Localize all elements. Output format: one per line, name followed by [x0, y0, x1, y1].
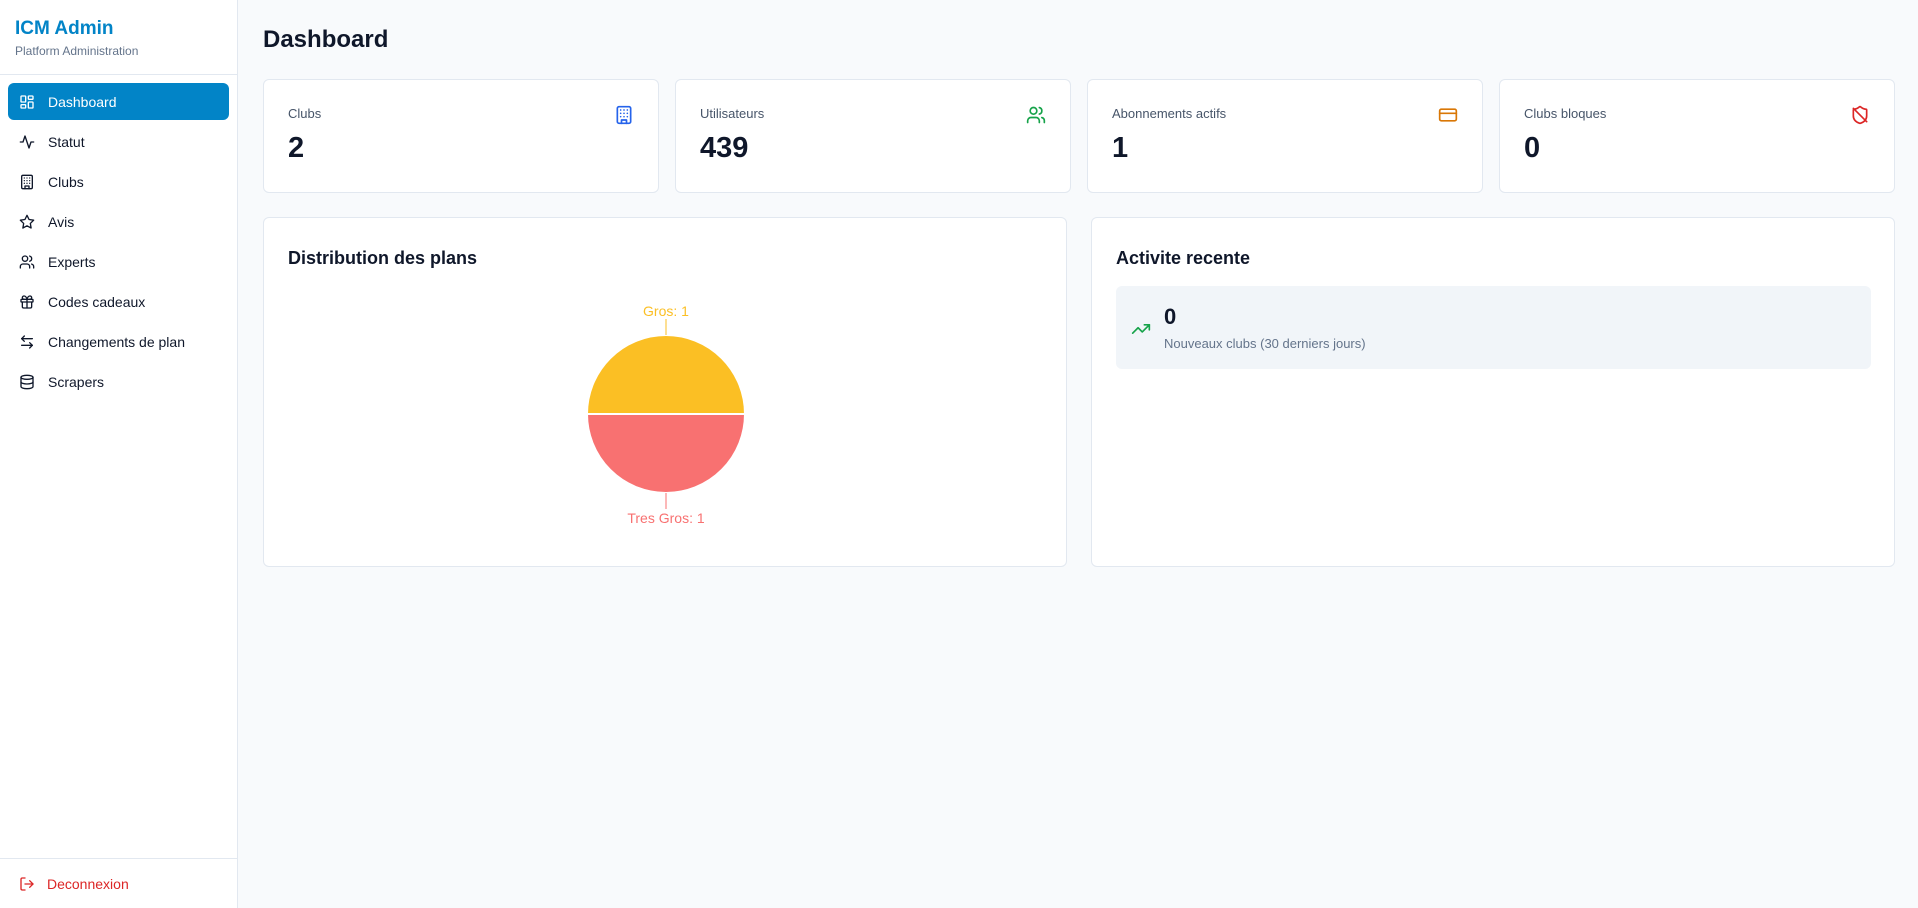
arrow-left-right-icon [19, 334, 35, 350]
log-out-icon [20, 877, 34, 891]
pie-slice-tres-gros[interactable] [585, 413, 747, 494]
shield-off-icon [1850, 105, 1870, 125]
new-clubs-label: Nouveaux clubs (30 derniers jours) [1164, 336, 1366, 351]
sidebar-item-label: Experts [48, 253, 96, 270]
sidebar-item-codes-cadeaux[interactable]: Codes cadeaux [8, 283, 229, 320]
layout-dashboard-icon [19, 94, 35, 110]
building-icon [614, 105, 634, 125]
sidebar-item-label: Avis [48, 213, 75, 230]
logout-label: Deconnexion [47, 876, 129, 892]
pie-data-label: Tres Gros: 1 [627, 510, 704, 526]
activity-panel: Activite recente 0 Nouveaux clubs (30 de… [1091, 217, 1895, 567]
activity-title: Activite recente [1116, 248, 1251, 268]
sidebar-item-label: Dashboard [48, 93, 117, 110]
gift-icon [19, 294, 35, 310]
distribution-panel: Distribution des plans Gros: 1 Tres Gros:… [263, 217, 1067, 567]
stat-label: Abonnements actifs [1112, 106, 1227, 121]
sidebar-item-label: Scrapers [48, 373, 105, 390]
sidebar-item-label: Statut [48, 133, 85, 150]
sidebar-item-label: Changements de plan [48, 333, 185, 350]
page-title: Dashboard [263, 26, 389, 53]
stat-card-utilisateurs: Utilisateurs 439 [675, 79, 1071, 193]
stat-value: 439 [700, 132, 749, 164]
star-icon [19, 214, 35, 230]
sidebar-item-label: Codes cadeaux [48, 293, 146, 310]
sidebar-item-label: Clubs [48, 173, 84, 190]
logout-button[interactable]: Deconnexion [0, 859, 237, 908]
sidebar: ICM Admin Platform Administration Dashbo… [0, 0, 238, 908]
new-clubs-card: 0 Nouveaux clubs (30 derniers jours) [1116, 286, 1871, 369]
stat-value: 1 [1112, 132, 1129, 164]
users-icon [19, 254, 35, 270]
pie-slice-gros[interactable] [585, 334, 747, 415]
stat-value: 2 [288, 132, 305, 164]
sidebar-item-dashboard[interactable]: Dashboard [8, 83, 229, 120]
sidebar-footer: Deconnexion [0, 858, 237, 908]
stat-card-clubs: Clubs 2 [263, 79, 659, 193]
sidebar-item-scrapers[interactable]: Scrapers [8, 363, 229, 400]
brand-subtitle: Platform Administration [15, 44, 139, 58]
building-icon [19, 174, 35, 190]
stat-label: Clubs bloques [1524, 106, 1607, 121]
brand-title: ICM Admin [15, 18, 114, 39]
stat-label: Utilisateurs [700, 106, 765, 121]
stat-label: Clubs [288, 106, 322, 121]
trending-up-icon [1131, 319, 1151, 339]
stat-value: 0 [1524, 132, 1541, 164]
sidebar-item-changements-de-plan[interactable]: Changements de plan [8, 323, 229, 360]
database-icon [19, 374, 35, 390]
pie-chart: Gros: 1 Tres Gros: 1 [585, 303, 747, 526]
sidebar-item-experts[interactable]: Experts [8, 243, 229, 280]
sidebar-item-avis[interactable]: Avis [8, 203, 229, 240]
stat-card-clubs-bloques: Clubs bloques 0 [1499, 79, 1895, 193]
sidebar-item-clubs[interactable]: Clubs [8, 163, 229, 200]
sidebar-item-statut[interactable]: Statut [8, 123, 229, 160]
brand: ICM Admin Platform Administration [0, 0, 237, 75]
stat-card-abonnements-actifs: Abonnements actifs 1 [1087, 79, 1483, 193]
pie-data-label: Gros: 1 [643, 303, 689, 319]
new-clubs-value: 0 [1164, 304, 1177, 329]
sidebar-nav: Dashboard Statut Clubs Avis Experts Code… [0, 75, 237, 400]
credit-card-icon [1438, 105, 1458, 125]
activity-icon [19, 134, 35, 150]
users-icon [1026, 105, 1046, 125]
